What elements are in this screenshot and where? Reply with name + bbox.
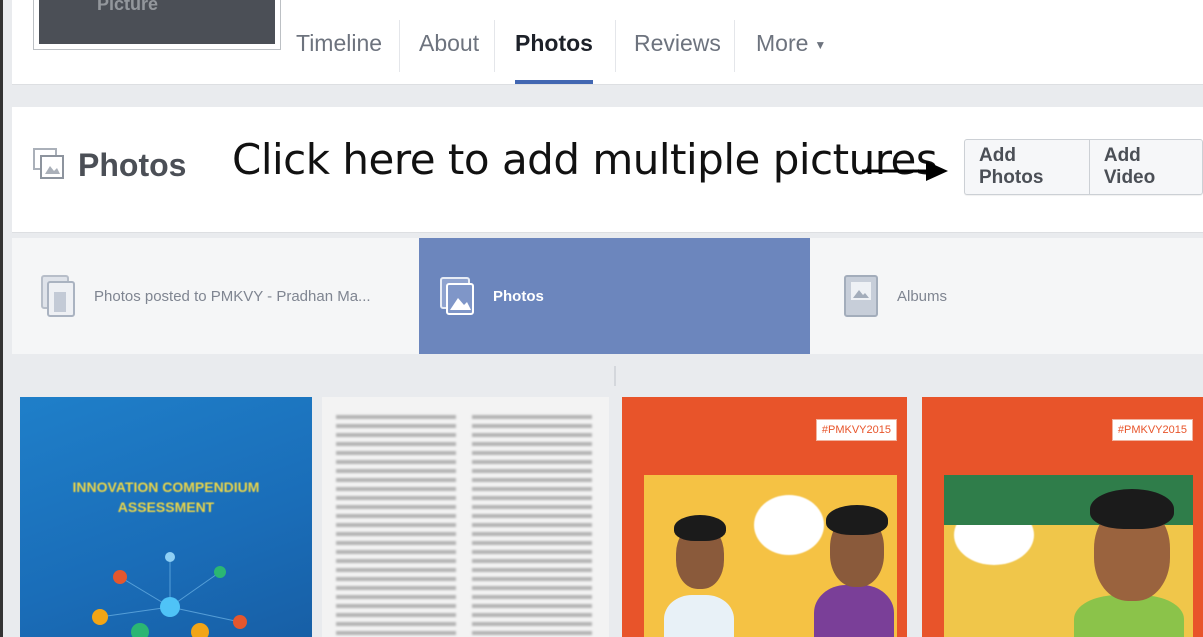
hashtag-badge: #PMKVY2015 (1111, 419, 1193, 441)
tab-more[interactable]: More ▼ (756, 16, 826, 84)
subtab-albums-label: Albums (897, 287, 948, 305)
photo-thumbnail[interactable]: #PMKVY2015 (922, 397, 1203, 637)
photo-thumbnail[interactable]: INNOVATION COMPENDIUM ASSESSMENT (20, 397, 312, 637)
nav-divider (494, 20, 495, 72)
tab-photos[interactable]: Photos (515, 16, 593, 84)
cartoon-scene (944, 475, 1193, 637)
tab-timeline-label: Timeline (296, 30, 383, 56)
subtab-albums[interactable]: Albums (811, 238, 1203, 354)
tab-more-label: More (756, 30, 809, 56)
album-icon (844, 275, 878, 317)
profile-picture-label: Picture (97, 0, 159, 14)
arrow-right-icon (862, 161, 948, 181)
subtab-photos[interactable]: Photos (419, 238, 810, 354)
hashtag-badge: #PMKVY2015 (815, 419, 897, 441)
tab-about-label: About (419, 30, 480, 56)
photos-section-icon (33, 148, 64, 179)
character-body (1074, 595, 1184, 637)
nav-divider (399, 20, 400, 72)
add-media-button-group: Add Photos Add Video (964, 139, 1203, 195)
tab-reviews-label: Reviews (634, 30, 721, 56)
character-hair (674, 515, 726, 541)
photos-icon (440, 277, 474, 315)
subtab-photos-posted-label: Photos posted to PMKVY - Pradhan Ma... (94, 287, 371, 305)
document-text-column (472, 415, 592, 637)
photos-subtabs: Photos posted to PMKVY - Pradhan Ma... P… (12, 238, 1203, 354)
thumbnail-caption-line: ASSESSMENT (117, 499, 215, 515)
tab-timeline[interactable]: Timeline (296, 16, 382, 84)
tab-reviews[interactable]: Reviews (634, 16, 721, 84)
column-divider (614, 366, 616, 386)
photos-section-title: Photos (78, 147, 187, 183)
speech-bubble (754, 495, 824, 555)
nav-divider (615, 20, 616, 72)
character-hair (826, 505, 888, 535)
add-video-button[interactable]: Add Video (1088, 140, 1202, 194)
character-hair (1090, 489, 1174, 529)
caret-down-icon: ▼ (814, 38, 827, 52)
network-graphic (92, 552, 247, 637)
character-body (664, 595, 734, 637)
character-body (814, 585, 894, 637)
add-photos-button[interactable]: Add Photos (965, 140, 1089, 194)
annotation-text: Click here to add multiple pictures (232, 135, 938, 184)
cartoon-scene (644, 475, 897, 637)
tab-about[interactable]: About (419, 16, 479, 84)
stacked-photos-icon (41, 275, 75, 317)
subtab-photos-label: Photos (493, 287, 544, 305)
thumbnail-caption-line: INNOVATION COMPENDIUM (72, 479, 260, 495)
nav-divider (734, 20, 735, 72)
left-border-rule (0, 0, 3, 637)
thumbnail-caption: INNOVATION COMPENDIUM ASSESSMENT (20, 477, 312, 517)
profile-nav-bar: Picture Timeline About Photos Reviews Mo… (12, 0, 1203, 85)
subtab-photos-posted[interactable]: Photos posted to PMKVY - Pradhan Ma... (12, 238, 418, 354)
photo-thumbnail[interactable]: #PMKVY2015 (622, 397, 907, 637)
section-gap (12, 360, 1203, 390)
profile-picture[interactable]: Picture (34, 0, 280, 49)
photos-section-header: Photos Click here to add multiple pictur… (12, 107, 1203, 233)
tab-photos-label: Photos (515, 30, 593, 56)
section-gap (12, 85, 1203, 107)
document-text-column (336, 415, 456, 637)
photo-thumbnail[interactable] (322, 397, 609, 637)
